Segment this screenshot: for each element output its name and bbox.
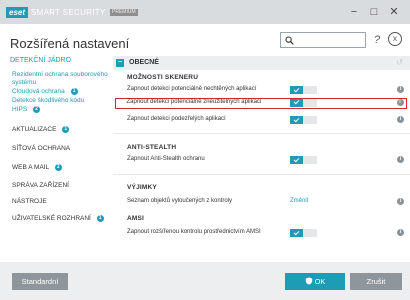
setting-label: Zapnout detekci podezřelých aplikací bbox=[127, 116, 226, 122]
footer-bar: Standardní OK Zrušit bbox=[0, 262, 410, 300]
sidebar-item-user-interface[interactable]: UŽIVATELSKÉ ROZHRANÍ 1 bbox=[12, 215, 104, 223]
setting-label: Zapnout rozšířenou kontrolu prostřednict… bbox=[127, 229, 261, 235]
info-icon[interactable]: i bbox=[397, 229, 404, 236]
badge-icon: 2 bbox=[54, 164, 62, 171]
shield-icon bbox=[305, 277, 312, 285]
setting-label: Zapnout detekci potenciálně nechtěných a… bbox=[127, 86, 257, 92]
badge-icon: 1 bbox=[96, 215, 104, 222]
search-input[interactable] bbox=[297, 34, 363, 46]
ok-button[interactable]: OK bbox=[285, 273, 345, 290]
sidebar-item-label: SPRÁVA ZAŘÍZENÍ bbox=[12, 182, 69, 189]
eset-logo: eset bbox=[6, 7, 29, 18]
product-name: SMART SECURITY bbox=[31, 8, 106, 17]
sidebar-item-web-mail[interactable]: WEB A MAIL 2 bbox=[12, 164, 62, 172]
minimize-button[interactable]: − bbox=[346, 4, 362, 20]
check-icon bbox=[289, 98, 303, 107]
close-window-button[interactable]: ✕ bbox=[386, 4, 402, 20]
check-icon bbox=[290, 86, 303, 94]
help-button[interactable]: ? bbox=[371, 32, 383, 48]
collapse-icon[interactable]: − bbox=[116, 59, 124, 67]
divider bbox=[113, 133, 410, 134]
sidebar-item-network-protection[interactable]: SÍŤOVÁ OCHRANA bbox=[12, 145, 70, 153]
sidebar-item-label: WEB A MAIL bbox=[12, 164, 49, 172]
badge-icon: 1 bbox=[62, 126, 70, 133]
setting-row-suspicious-apps: Zapnout detekci podezřelých aplikací i bbox=[115, 115, 407, 126]
sidebar-sub-cloud-protection[interactable]: Cloudová ochrana 1 bbox=[12, 88, 108, 96]
sidebar-item-update[interactable]: AKTUALIZACE 1 bbox=[12, 126, 70, 134]
sidebar-sub-hips[interactable]: HIPS 2 bbox=[12, 106, 108, 114]
sidebar-item-device-control[interactable]: SPRÁVA ZAŘÍZENÍ bbox=[12, 182, 69, 190]
setting-label: Seznam objektů vyloučených z kontroly bbox=[127, 198, 233, 204]
info-icon[interactable]: i bbox=[397, 198, 404, 205]
edit-exclusions-link[interactable]: Změnit bbox=[290, 198, 308, 204]
setting-label: Zapnout detekci potenciálně zneužitelnýc… bbox=[126, 98, 262, 105]
cancel-button-label: Zrušit bbox=[366, 277, 386, 286]
toggle-switch[interactable] bbox=[289, 98, 317, 107]
sidebar-item-label: UŽIVATELSKÉ ROZHRANÍ bbox=[12, 215, 91, 223]
default-button-label: Standardní bbox=[21, 277, 59, 286]
info-icon[interactable]: i bbox=[397, 86, 404, 93]
sidebar-item-label: SÍŤOVÁ OCHRANA bbox=[12, 145, 71, 152]
close-dialog-button[interactable]: x bbox=[388, 32, 402, 46]
sidebar-item-label: NÁSTROJE bbox=[12, 198, 47, 205]
toggle-switch[interactable] bbox=[290, 86, 317, 94]
divider bbox=[113, 174, 410, 175]
sidebar-sub-label: HIPS bbox=[12, 106, 28, 114]
check-icon bbox=[290, 229, 303, 237]
group-title-amsi: AMSI bbox=[127, 215, 145, 222]
setting-row-unsafe-apps: Zapnout detekci potenciálně zneužitelnýc… bbox=[115, 98, 407, 109]
toggle-switch[interactable] bbox=[290, 116, 317, 124]
title-bar: eset SMART SECURITY PREMIUM − □ ✕ bbox=[0, 0, 410, 24]
settings-panel: − OBECNÉ ↺ MOŽNOSTI SKENERU Zapnout dete… bbox=[113, 52, 410, 262]
setting-row-pua: Zapnout detekci potenciálně nechtěných a… bbox=[115, 85, 407, 96]
sidebar-item-detection-core[interactable]: DETEKČNÍ JÁDRO bbox=[10, 57, 71, 65]
default-button[interactable]: Standardní bbox=[12, 273, 68, 290]
group-title-anti-stealth: ANTI-STEALTH bbox=[127, 144, 177, 151]
section-title: OBECNÉ bbox=[129, 59, 159, 66]
group-title-scanner-options: MOŽNOSTI SKENERU bbox=[127, 74, 199, 81]
maximize-button[interactable]: □ bbox=[366, 4, 382, 20]
sidebar-sub-realtime-protection[interactable]: Rezidentní ochrana souborového systému bbox=[12, 71, 108, 86]
reset-icon[interactable]: ↺ bbox=[396, 58, 403, 67]
badge-icon: 1 bbox=[70, 88, 78, 95]
setting-row-exclusions: Seznam objektů vyloučených z kontroly Zm… bbox=[115, 197, 407, 208]
check-icon bbox=[290, 156, 303, 164]
setting-row-amsi: Zapnout rozšířenou kontrolu prostřednict… bbox=[115, 228, 407, 239]
check-icon bbox=[290, 116, 303, 124]
sidebar-sub-label: Detekce škodlivého kódu bbox=[12, 97, 85, 104]
sidebar-item-label: AKTUALIZACE bbox=[12, 126, 57, 134]
sidebar-item-tools[interactable]: NÁSTROJE bbox=[12, 198, 47, 206]
setting-row-anti-stealth: Zapnout Anti-Stealth ochranu i bbox=[115, 155, 407, 166]
group-title-exclusions: VÝJIMKY bbox=[127, 184, 157, 191]
sidebar-sub-label: Cloudová ochrana bbox=[12, 88, 65, 96]
info-icon[interactable]: i bbox=[397, 116, 404, 123]
info-icon[interactable]: i bbox=[397, 156, 404, 163]
cancel-button[interactable]: Zrušit bbox=[350, 273, 402, 290]
search-box[interactable] bbox=[280, 32, 366, 48]
sidebar-sub-label: Rezidentní ochrana souborového systému bbox=[12, 71, 108, 86]
info-icon[interactable]: i bbox=[396, 98, 404, 106]
toggle-switch[interactable] bbox=[290, 156, 317, 164]
badge-icon: 2 bbox=[32, 106, 40, 113]
edition-badge: PREMIUM bbox=[110, 9, 138, 16]
sidebar-item-label: DETEKČNÍ JÁDRO bbox=[10, 57, 72, 64]
sidebar: DETEKČNÍ JÁDRO Rezidentní ochrana soubor… bbox=[0, 52, 110, 262]
toggle-switch[interactable] bbox=[290, 229, 317, 237]
ok-button-label: OK bbox=[314, 277, 326, 286]
section-header[interactable]: − OBECNÉ ↺ bbox=[113, 56, 410, 70]
setting-label: Zapnout Anti-Stealth ochranu bbox=[127, 156, 205, 162]
page-title: Rozšířená nastavení bbox=[10, 36, 130, 51]
search-icon bbox=[285, 36, 294, 45]
sidebar-sub-malware-detection[interactable]: Detekce škodlivého kódu bbox=[12, 97, 108, 105]
